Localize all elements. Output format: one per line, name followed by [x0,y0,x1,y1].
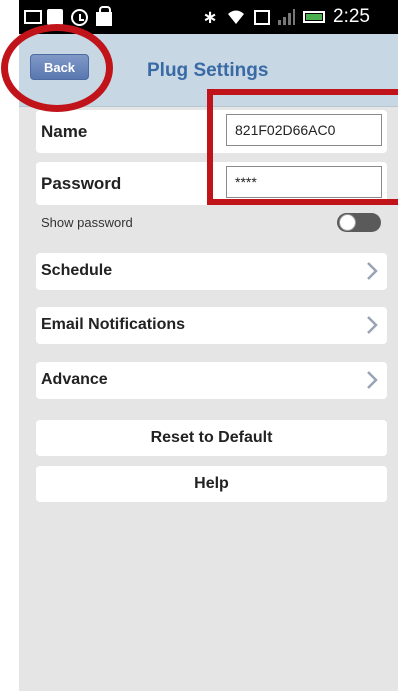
name-label: Name [41,122,88,141]
toggle-knob [339,214,356,231]
help-button[interactable]: Help [36,466,387,502]
reset-to-default-button[interactable]: Reset to Default [36,420,387,456]
battery-icon [301,7,327,27]
email-notifications-row[interactable]: Email Notifications [36,307,387,344]
chevron-right-icon [367,262,378,280]
chevron-right-icon [367,316,378,334]
reset-label: Reset to Default [150,429,273,446]
bag-icon [94,6,114,27]
bluetooth-icon: ∗ [202,6,218,27]
status-time: 2:25 [333,6,370,27]
help-label: Help [194,475,229,492]
signal-icon [276,7,296,27]
wifi-icon [225,7,247,27]
email-notifications-label: Email Notifications [41,316,186,333]
message-icon [23,7,43,27]
schedule-row[interactable]: Schedule [36,253,387,290]
schedule-label: Schedule [41,262,113,279]
screenshot-icon [253,7,271,27]
show-password-label: Show password [41,215,133,230]
clock-icon [69,7,89,27]
annotation-rectangle [207,89,398,205]
page-title: Plug Settings [147,60,269,81]
password-label: Password [41,174,122,193]
advance-row[interactable]: Advance [36,362,387,399]
show-password-toggle[interactable] [337,213,381,232]
advance-label: Advance [41,371,108,388]
annotation-circle [1,24,113,112]
chevron-right-icon [367,371,378,389]
